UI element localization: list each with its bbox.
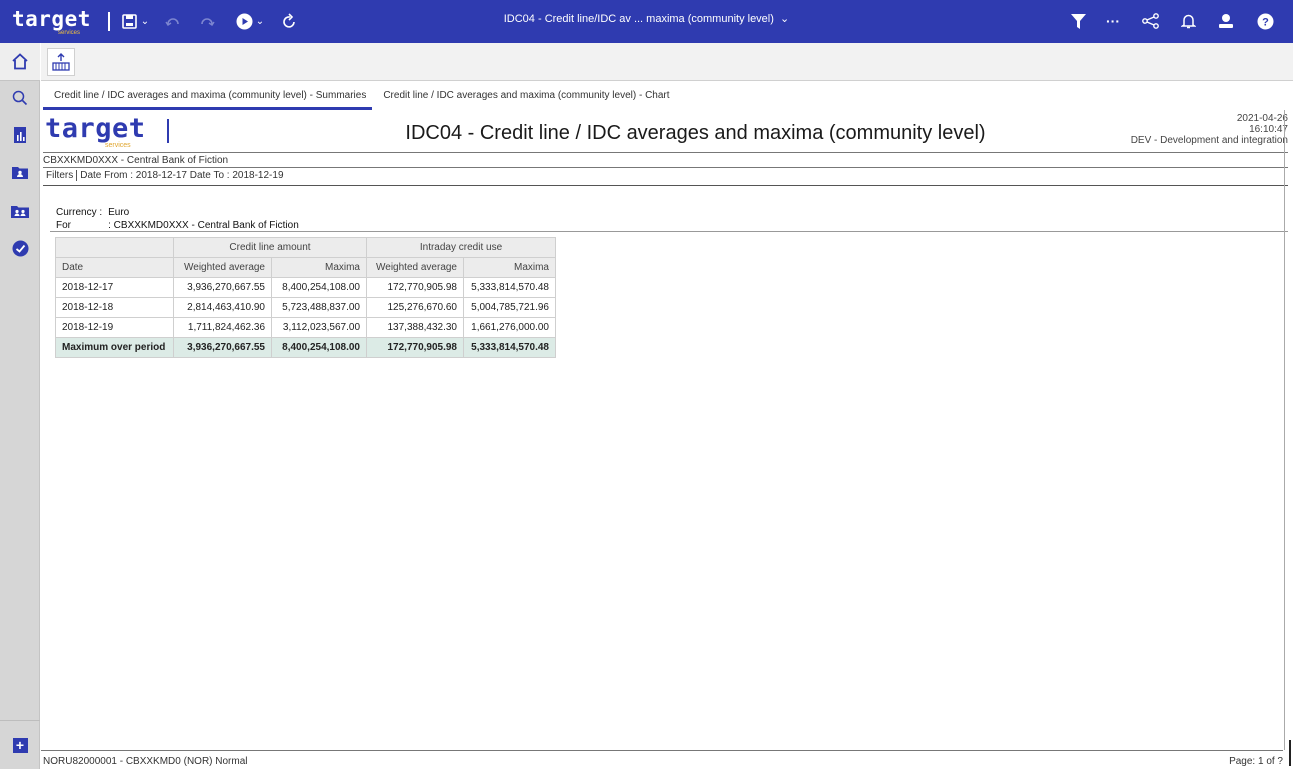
save-icon[interactable] (118, 10, 140, 32)
summary-table: Credit line amount Intraday credit use D… (55, 237, 556, 358)
table-row: 2018-12-17 3,936,270,667.55 8,400,254,10… (55, 277, 556, 298)
table-cell: 125,276,670.60 (366, 297, 464, 318)
table-cell: 5,723,488,837.00 (271, 297, 367, 318)
footer-user: NORU82000001 - CBXXKMD0 (NOR) Normal (43, 756, 248, 767)
target-logo: target services (12, 8, 112, 36)
column-header: Date (55, 257, 174, 278)
recent-button[interactable] (0, 233, 40, 263)
redo-icon[interactable] (196, 10, 218, 32)
report-toolbar (41, 43, 1293, 81)
total-cell: 8,400,254,108.00 (271, 337, 367, 358)
reports-button[interactable] (0, 120, 40, 150)
help-icon[interactable]: ? (1254, 10, 1276, 32)
filter-icon[interactable] (1068, 10, 1088, 32)
folder-user-icon (12, 166, 28, 179)
table-cell: 172,770,905.98 (366, 277, 464, 298)
report-tabs: Credit line / IDC averages and maxima (c… (43, 88, 676, 110)
report-title: IDC04 - Credit line / IDC averages and m… (405, 122, 986, 144)
table-row: 2018-12-19 1,711,824,462.36 3,112,023,56… (55, 317, 556, 338)
chevron-down-icon[interactable]: ⌄ (254, 10, 266, 32)
table-cell: 1,661,276,000.00 (463, 317, 556, 338)
table-cell: 137,388,432.30 (366, 317, 464, 338)
total-row: Maximum over period 3,936,270,667.55 8,4… (55, 337, 556, 358)
table-cell: 2,814,463,410.90 (173, 297, 272, 318)
undo-icon[interactable] (162, 10, 184, 32)
table-cell: 8,400,254,108.00 (271, 277, 367, 298)
for-key: For (56, 220, 71, 231)
total-cell: 5,333,814,570.48 (463, 337, 556, 358)
report-meta: 2021-04-26 16:10:47 DEV - Development an… (1131, 113, 1288, 146)
total-label: Maximum over period (55, 337, 174, 358)
top-bar: target services ⌄ ⌄ IDC04 - Credit line/… (0, 0, 1293, 43)
report-title-dropdown[interactable]: IDC04 - Credit line/IDC av ... maxima (c… (504, 13, 790, 25)
more-icon[interactable]: ··· (1102, 10, 1124, 32)
folder-team-icon (11, 205, 29, 218)
scrollbar[interactable] (1284, 110, 1285, 750)
column-header-row: Date Weighted average Maxima Weighted av… (55, 257, 556, 278)
tab-summaries[interactable]: Credit line / IDC averages and maxima (c… (43, 88, 373, 110)
report-environment: DEV - Development and integration (1130, 135, 1288, 146)
scrollbar-thumb[interactable] (1289, 740, 1291, 766)
share-icon[interactable] (1139, 10, 1161, 32)
total-cell: 3,936,270,667.55 (173, 337, 272, 358)
column-header: Weighted average (173, 257, 272, 278)
new-button[interactable]: + (0, 720, 40, 769)
search-icon (12, 90, 28, 106)
column-header: Weighted average (366, 257, 464, 278)
home-button[interactable] (0, 43, 40, 81)
column-header: Maxima (271, 257, 367, 278)
report-icon (14, 127, 26, 143)
participant-label: CBXXKMD0XXX - Central Bank of Fiction (43, 155, 229, 166)
plus-icon: + (12, 737, 28, 753)
svg-text:?: ? (1262, 16, 1269, 28)
home-icon (12, 53, 28, 70)
table-cell: 5,333,814,570.48 (463, 277, 556, 298)
column-header: Maxima (463, 257, 556, 278)
report-date: 2021-04-26 (1236, 113, 1288, 124)
currency-block: Currency : Euro For : CBXXKMD0XXX - Centra… (54, 205, 301, 233)
table-cell: 2018-12-18 (55, 297, 174, 318)
run-icon[interactable] (233, 10, 255, 32)
report-time: 16:10:47 (1249, 124, 1288, 135)
table-cell: 3,112,023,567.00 (271, 317, 367, 338)
filters-label: Filters (46, 170, 78, 181)
table-cell: 5,004,785,721.96 (463, 297, 556, 318)
currency-key: Currency : (56, 207, 103, 218)
left-sidebar: + (0, 43, 40, 769)
check-circle-icon (12, 240, 28, 256)
export-icon (52, 53, 70, 71)
bell-icon[interactable] (1177, 10, 1199, 32)
currency-value: Euro (108, 207, 130, 218)
page-indicator: Page: 1 of ? (1229, 756, 1283, 767)
filters-text: Date From : 2018-12-17 Date To : 2018-12… (80, 170, 284, 181)
total-cell: 172,770,905.98 (366, 337, 464, 358)
chevron-down-icon[interactable]: ⌄ (139, 10, 151, 32)
table-cell: 2018-12-19 (55, 317, 174, 338)
table-cell: 1,711,824,462.36 (173, 317, 272, 338)
tab-chart[interactable]: Credit line / IDC averages and maxima (c… (372, 88, 675, 110)
team-content-button[interactable] (0, 196, 40, 226)
filters-line: Filters Date From : 2018-12-17 Date To : … (46, 170, 284, 181)
search-button[interactable] (0, 83, 40, 113)
export-button[interactable] (47, 48, 75, 76)
refresh-icon[interactable] (278, 10, 300, 32)
group-header: Credit line amount (173, 237, 367, 258)
group-header: Intraday credit use (366, 237, 556, 258)
my-content-button[interactable] (0, 157, 40, 187)
table-cell: 2018-12-17 (55, 277, 174, 298)
table-row: 2018-12-18 2,814,463,410.90 5,723,488,83… (55, 297, 556, 318)
for-value: : CBXXKMD0XXX - Central Bank of Fiction (108, 220, 299, 231)
group-header-row: Credit line amount Intraday credit use (55, 237, 556, 258)
table-cell: 3,936,270,667.55 (173, 277, 272, 298)
user-icon[interactable] (1215, 10, 1237, 32)
